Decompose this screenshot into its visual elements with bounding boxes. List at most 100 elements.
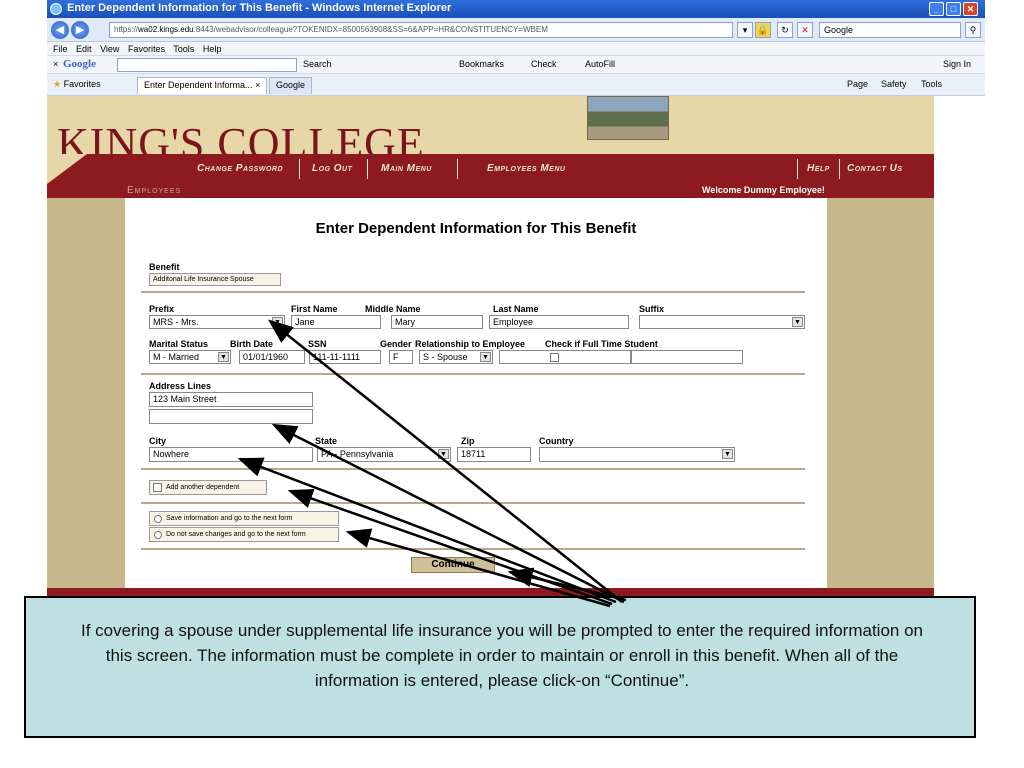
nosave-radio[interactable]: [154, 531, 162, 539]
nav-change-password[interactable]: Change Password: [197, 163, 283, 174]
nav-help[interactable]: Help: [807, 163, 830, 174]
maximize-button[interactable]: □: [946, 2, 961, 16]
nav-main-menu[interactable]: Main Menu: [381, 163, 432, 174]
zip-label: Zip: [461, 436, 475, 446]
section-title: Employees: [127, 185, 182, 196]
gender-input[interactable]: F: [389, 350, 413, 364]
middle-name-input[interactable]: Mary: [391, 315, 483, 329]
prefix-label: Prefix: [149, 304, 175, 314]
google-toolbar: × Google Search Bookmarks Check AutoFill…: [47, 56, 985, 74]
city-input[interactable]: Nowhere: [149, 447, 313, 462]
city-label: City: [149, 436, 167, 446]
google-search-button[interactable]: Search: [303, 56, 332, 73]
refresh-icon[interactable]: ↻: [777, 22, 793, 38]
address-toolbar: ◀ ▶ https://wa02.kings.edu:8443/webadvis…: [47, 18, 985, 42]
forward-icon[interactable]: ▶: [71, 21, 89, 39]
autofill-button[interactable]: AutoFill: [585, 56, 615, 73]
menu-tools[interactable]: Tools: [173, 44, 194, 54]
tab-label: Google: [276, 80, 306, 90]
marital-status-value: M - Married: [153, 352, 200, 362]
google-search-input[interactable]: [117, 58, 297, 72]
first-name-input[interactable]: Jane: [291, 315, 381, 329]
campus-photo: [587, 96, 669, 140]
window-title: Enter Dependent Information for This Ben…: [67, 2, 452, 14]
last-name-label: Last Name: [493, 304, 539, 314]
chevron-down-icon[interactable]: ▼: [792, 317, 803, 327]
relationship-select[interactable]: S - Spouse ▼: [419, 350, 493, 364]
menu-view[interactable]: View: [100, 44, 119, 54]
address-line-2-input[interactable]: [149, 409, 313, 424]
relationship-label: Relationship to Employee: [415, 339, 526, 349]
safety-menu[interactable]: Safety: [881, 74, 907, 95]
search-icon[interactable]: ⚲: [965, 22, 981, 38]
sign-in-button[interactable]: Sign In: [943, 56, 971, 73]
marital-status-label: Marital Status: [149, 339, 209, 349]
page-menu[interactable]: Page: [847, 74, 868, 95]
ie-icon: [50, 3, 62, 15]
benefit-value: Additonal Life Insurance Spouse: [149, 273, 281, 286]
last-name-input[interactable]: Employee: [489, 315, 629, 329]
chevron-down-icon[interactable]: ▼: [438, 449, 449, 459]
chevron-down-icon[interactable]: ▼: [480, 352, 491, 362]
tab-enter-dependent[interactable]: Enter Dependent Informa... ×: [137, 77, 268, 94]
save-option[interactable]: Save information and go to the next form: [149, 511, 339, 526]
full-time-student-checkbox[interactable]: [550, 353, 559, 362]
marital-status-select[interactable]: M - Married ▼: [149, 350, 231, 364]
zip-input[interactable]: 18711: [457, 447, 531, 462]
add-dependent-option[interactable]: Add another dependent: [149, 480, 267, 495]
ssn-label: SSN: [308, 339, 327, 349]
favorites-button[interactable]: ★ Favorites: [53, 74, 101, 95]
gender-label: Gender: [380, 339, 412, 349]
close-window-button[interactable]: ✕: [963, 2, 978, 16]
country-select[interactable]: ▼: [539, 447, 735, 462]
menu-edit[interactable]: Edit: [76, 44, 92, 54]
search-engine-label: Google: [824, 25, 854, 35]
tab-google[interactable]: Google: [269, 77, 313, 94]
chevron-down-icon[interactable]: ▼: [218, 352, 229, 362]
middle-name-label: Middle Name: [365, 304, 421, 314]
relationship-value: S - Spouse: [423, 352, 468, 362]
save-option-label: Save information and go to the next form: [166, 515, 293, 522]
url-path: :8443/webadvisor/colleague?TOKENIDX=8500…: [193, 25, 548, 34]
favorites-label: Favorites: [63, 79, 101, 89]
continue-button[interactable]: Continue: [411, 557, 495, 573]
save-radio[interactable]: [154, 515, 162, 523]
minimize-button[interactable]: _: [929, 2, 944, 16]
tools-menu[interactable]: Tools: [921, 74, 942, 95]
back-icon[interactable]: ◀: [51, 21, 69, 39]
nav-log-out[interactable]: Log Out: [312, 163, 352, 174]
dependent-form: Enter Dependent Information for This Ben…: [125, 198, 827, 588]
lock-icon[interactable]: 🔒: [755, 22, 771, 38]
address-line-1-input[interactable]: 123 Main Street: [149, 392, 313, 407]
prefix-select[interactable]: MRS - Mrs. ▼: [149, 315, 285, 329]
callout-text: If covering a spouse under supplemental …: [81, 621, 923, 690]
nav-employees-menu[interactable]: Employees Menu: [487, 163, 565, 174]
ssn-input[interactable]: 111-11-1111: [309, 350, 381, 364]
birth-date-input[interactable]: 01/01/1960: [239, 350, 305, 364]
url-host: wa02.kings.edu: [138, 25, 194, 34]
suffix-select[interactable]: ▼: [639, 315, 805, 329]
prefix-value: MRS - Mrs.: [153, 317, 199, 327]
state-value: PA - Pennsylvania: [321, 449, 394, 459]
toolbar-close-icon[interactable]: ×: [53, 56, 58, 73]
add-dependent-checkbox[interactable]: [153, 483, 162, 492]
first-name-label: First Name: [291, 304, 338, 314]
bookmarks-button[interactable]: Bookmarks: [459, 56, 504, 73]
nosave-option[interactable]: Do not save changes and go to the next f…: [149, 527, 339, 542]
address-bar[interactable]: https://wa02.kings.edu:8443/webadvisor/c…: [109, 22, 733, 38]
menu-favorites[interactable]: Favorites: [128, 44, 165, 54]
tab-close-icon[interactable]: ×: [255, 80, 260, 90]
state-select[interactable]: PA - Pennsylvania ▼: [317, 447, 451, 462]
menu-file[interactable]: File: [53, 44, 68, 54]
check-button[interactable]: Check: [531, 56, 557, 73]
menu-help[interactable]: Help: [203, 44, 222, 54]
stop-icon[interactable]: ✕: [797, 22, 813, 38]
dropdown-icon[interactable]: ▾: [737, 22, 753, 38]
star-icon: ★: [53, 79, 62, 89]
student-extra-field[interactable]: [631, 350, 743, 364]
chevron-down-icon[interactable]: ▼: [272, 317, 283, 327]
chevron-down-icon[interactable]: ▼: [722, 449, 733, 459]
search-box[interactable]: Google: [819, 22, 961, 38]
nav-contact-us[interactable]: Contact Us: [847, 163, 903, 174]
title-bar: Enter Dependent Information for This Ben…: [47, 0, 985, 18]
